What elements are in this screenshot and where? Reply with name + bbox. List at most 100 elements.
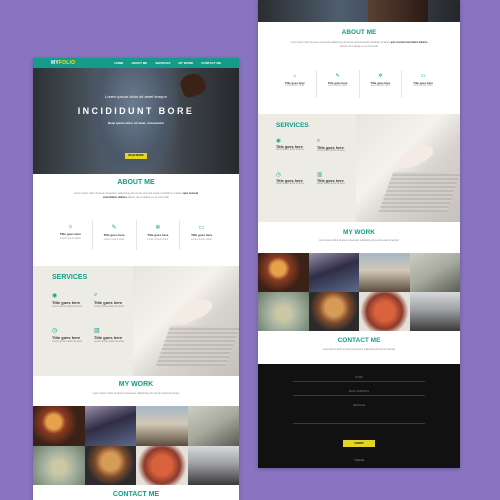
about-text: Lorem ipsum dolor sit amet consectetur a… [290, 42, 428, 49]
portfolio-tile[interactable] [84, 406, 136, 446]
service-item: ◉ Title goes here Lorem ipsum dolor sit … [276, 138, 304, 151]
feature-item: ✎ Title goes here Lorem ipsum dolor [93, 220, 137, 250]
portfolio-tile[interactable] [308, 253, 359, 292]
contact-form-section: NAME EMAIL ADDRESS MESSAGE SUBMIT © MyFo… [258, 364, 460, 468]
feature-title: Title goes here [147, 233, 169, 237]
feature-item: ▭ Title goes here Lorem ipsum dolor [402, 70, 444, 98]
feature-item: ✎ Title goes here Lorem ipsum dolor [317, 70, 360, 98]
about-text-end: laboris nisi ut aliquip ex ea commodo [127, 196, 169, 199]
services-section: SERVICES ◉ Title goes here Lorem ipsum d… [258, 114, 460, 222]
contact-title: CONTACT ME [112, 491, 160, 498]
service-item: ◷ Title goes here Lorem ipsum dolor sit … [52, 327, 82, 343]
top-navbar: MYFOLIO HOME ABOUT ME SERVICES MY WORK C… [33, 58, 239, 68]
feature-desc: Lorem ipsum dolor [370, 85, 390, 87]
feature-item: ☼ Title goes here Lorem ipsum dolor [274, 70, 317, 98]
about-text-start: Lorem ipsum dolor sit amet consectetur a… [73, 192, 183, 195]
pencil-icon: ✎ [335, 73, 340, 79]
about-text-end: laboris nisi ut aliquip ex ea commodo [340, 45, 378, 48]
keyboard-image [155, 326, 239, 366]
email-field[interactable]: EMAIL ADDRESS [293, 388, 425, 396]
pencil-icon: ✎ [111, 225, 117, 231]
feature-item: ☼ Title goes here Lorem ipsum dolor [49, 220, 93, 250]
service-desc: Lorem ipsum dolor sit amet [94, 340, 125, 343]
hero-banner: Lorem ipsum dolor sit amet tempor INCIDI… [33, 68, 239, 174]
service-item: ◷ Title goes here Lorem ipsum dolor sit … [276, 172, 304, 185]
contact-title: CONTACT ME [337, 337, 381, 344]
feature-desc: Lorem ipsum dolor [328, 85, 348, 87]
feature-item: ✲ Title goes here Lorem ipsum dolor [360, 70, 403, 98]
portfolio-tile[interactable] [359, 253, 410, 292]
globe-icon: ◉ [52, 293, 58, 299]
clock-icon: ◷ [52, 328, 58, 334]
portfolio-tile[interactable] [136, 406, 188, 446]
feature-desc: Lorem ipsum dolor [413, 85, 433, 87]
about-title: ABOUT ME [341, 29, 377, 36]
chart-icon: ▥ [94, 328, 100, 334]
service-item: ▥ Title goes here Lorem ipsum dolor sit … [94, 327, 124, 343]
feature-item: ✲ Title goes here Lorem ipsum dolor [137, 220, 181, 250]
services-title: SERVICES [52, 274, 88, 281]
about-features: ☼ Title goes here Lorem ipsum dolor ✎ Ti… [49, 220, 223, 250]
nav-link-services[interactable]: SERVICES [155, 61, 170, 65]
page-preview-full: MYFOLIO HOME ABOUT ME SERVICES MY WORK C… [33, 58, 239, 500]
services-title: SERVICES [276, 122, 309, 129]
nav-links: HOME ABOUT ME SERVICES MY WORK CONTACT M… [114, 61, 221, 65]
service-desc: Lorem ipsum dolor sit amet [317, 150, 345, 152]
service-desc: Lorem ipsum dolor sit amet [317, 183, 345, 185]
nav-link-contact[interactable]: CONTACT ME [201, 61, 221, 65]
read-more-button[interactable]: READ MORE [125, 153, 147, 159]
logo-main-text: MY [51, 60, 59, 66]
service-item: ⌕ Title goes here Lorem ipsum dolor sit … [94, 292, 124, 308]
nav-link-work[interactable]: MY WORK [178, 61, 193, 65]
nav-link-about[interactable]: ABOUT ME [131, 61, 147, 65]
portfolio-tile[interactable] [258, 292, 309, 331]
hero-tagline: Lorem ipsum dolor sit amet tempor [105, 94, 167, 99]
lightbulb-icon: ☼ [67, 224, 74, 230]
message-field[interactable]: MESSAGE [293, 402, 425, 424]
portfolio-tile[interactable] [187, 406, 239, 446]
name-field[interactable]: NAME [293, 374, 425, 382]
feature-desc: Lorem ipsum dolor [60, 237, 81, 240]
portfolio-tile[interactable] [359, 292, 410, 331]
footer-copyright: © MyFolio [353, 460, 365, 462]
about-text-start: Lorem ipsum dolor sit amet consectetur a… [290, 42, 391, 44]
logo-accent-text: FOLIO [58, 60, 76, 66]
clock-icon: ◷ [276, 172, 281, 178]
work-title: MY WORK [342, 229, 376, 236]
portfolio-tile[interactable] [258, 253, 309, 292]
hero-glove-image [368, 0, 428, 22]
services-section: SERVICES ◉ Title goes here Lorem ipsum d… [33, 266, 239, 376]
portfolio-tile[interactable] [33, 406, 85, 446]
gear-icon: ✲ [378, 73, 383, 79]
portfolio-tile[interactable] [187, 445, 239, 485]
portfolio-tile[interactable] [409, 292, 460, 331]
nav-link-home[interactable]: HOME [114, 61, 123, 65]
submit-button[interactable]: SUBMIT [343, 440, 375, 447]
portfolio-tile[interactable] [33, 445, 85, 485]
feature-desc: Lorem ipsum dolor [191, 238, 212, 241]
about-text-bold: quis nostrud exercitation ullamco [390, 42, 428, 44]
hero-bottom-image [258, 0, 460, 22]
hero-subtitle: Beae ipsum dolor sit amet, consectetur [107, 121, 164, 125]
site-logo[interactable]: MYFOLIO [51, 60, 75, 66]
portfolio-tile[interactable] [84, 445, 136, 485]
chart-icon: ▥ [317, 172, 323, 178]
portfolio-tile[interactable] [136, 445, 188, 485]
about-features: ☼ Title goes here Lorem ipsum dolor ✎ Ti… [274, 70, 444, 98]
feature-title: Title goes here [103, 233, 125, 237]
monitor-icon: ▭ [198, 225, 205, 231]
monitor-icon: ▭ [420, 73, 426, 79]
keyboard-image [378, 172, 460, 212]
contact-text: Lorem ipsum dolor sit amet consectetur a… [322, 349, 395, 351]
hero-title: INCIDIDUNT BORE [77, 106, 195, 116]
service-item: ▥ Title goes here Lorem ipsum dolor sit … [317, 172, 345, 185]
feature-item: ▭ Title goes here Lorem ipsum dolor [180, 220, 223, 250]
service-desc: Lorem ipsum dolor sit amet [94, 305, 125, 308]
feature-desc: Lorem ipsum dolor [103, 238, 125, 241]
work-title: MY WORK [118, 381, 154, 388]
search-icon: ⌕ [94, 292, 98, 298]
portfolio-tile[interactable] [409, 253, 460, 292]
service-desc: Lorem ipsum dolor sit amet [276, 183, 304, 185]
lightbulb-icon: ☼ [292, 73, 298, 79]
portfolio-tile[interactable] [308, 292, 359, 331]
